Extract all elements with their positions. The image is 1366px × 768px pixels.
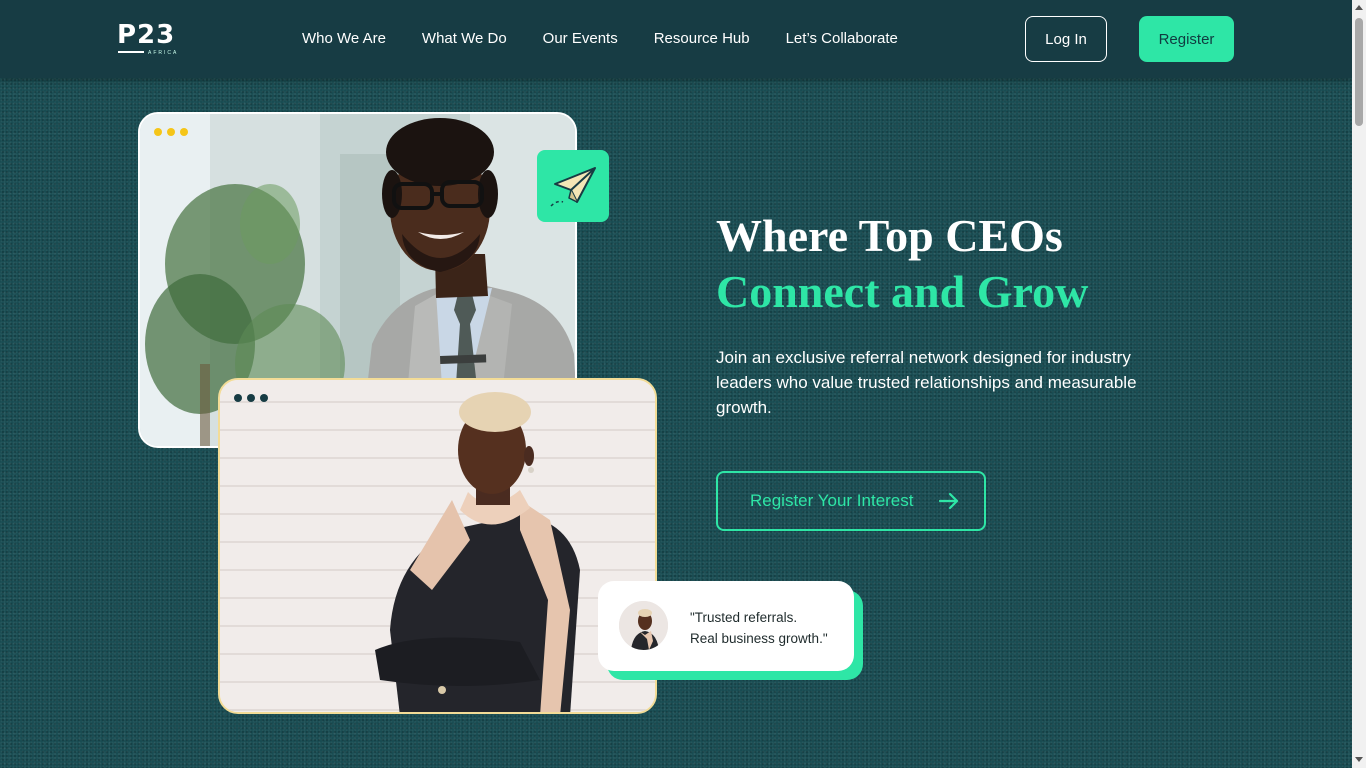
testimonial-quote: "Trusted referrals. Real business growth…	[690, 607, 850, 649]
hero-title-line-2: Connect and Grow	[716, 266, 1089, 317]
paper-plane-icon	[550, 167, 596, 207]
arrow-right-icon	[939, 493, 959, 509]
scroll-down-icon[interactable]	[1355, 757, 1363, 762]
quote-line-2: Real business growth."	[690, 631, 828, 646]
login-button[interactable]: Log In	[1025, 16, 1107, 62]
window-dots-dark	[234, 394, 268, 402]
nav-lets-collaborate[interactable]: Let’s Collaborate	[786, 30, 898, 47]
logo-text: P23	[117, 20, 176, 50]
dot-icon	[234, 394, 242, 402]
hero-subtitle: Join an exclusive referral network desig…	[716, 348, 1137, 417]
logo-subtext: AFRICA	[148, 50, 179, 56]
hero-title: Where Top CEOs Connect and Grow	[716, 208, 1088, 320]
dot-icon	[247, 394, 255, 402]
dot-icon	[167, 128, 175, 136]
testimonial-card: "Trusted referrals. Real business growth…	[598, 581, 854, 671]
dot-icon	[154, 128, 162, 136]
avatar	[619, 601, 668, 650]
dot-icon	[260, 394, 268, 402]
hero-title-line-1: Where Top CEOs	[716, 210, 1063, 261]
quote-line-1: "Trusted referrals.	[690, 610, 798, 625]
logo-underline	[118, 51, 144, 53]
page-scrollbar[interactable]	[1352, 0, 1366, 768]
brand-logo[interactable]: P23 AFRICA	[117, 22, 183, 58]
register-interest-button[interactable]: Register Your Interest	[716, 471, 986, 531]
scrollbar-thumb[interactable]	[1355, 18, 1363, 126]
cta-label: Register Your Interest	[750, 491, 914, 510]
nav-what-we-do[interactable]: What We Do	[422, 30, 507, 47]
nav-who-we-are[interactable]: Who We Are	[302, 30, 386, 47]
window-dots-yellow	[154, 128, 188, 136]
ceo-photo-card-woman	[218, 378, 657, 714]
nav-our-events[interactable]: Our Events	[543, 30, 618, 47]
scroll-up-icon[interactable]	[1355, 5, 1363, 10]
navbar: P23 AFRICA Who We Are What We Do Our Eve…	[0, 0, 1352, 78]
avatar-photo	[619, 601, 668, 650]
nav-resource-hub[interactable]: Resource Hub	[654, 30, 750, 47]
dot-icon	[180, 128, 188, 136]
paper-plane-badge	[537, 150, 609, 222]
woman-photo	[220, 380, 655, 712]
main-nav: Who We Are What We Do Our Events Resourc…	[302, 30, 898, 47]
register-button[interactable]: Register	[1139, 16, 1234, 62]
